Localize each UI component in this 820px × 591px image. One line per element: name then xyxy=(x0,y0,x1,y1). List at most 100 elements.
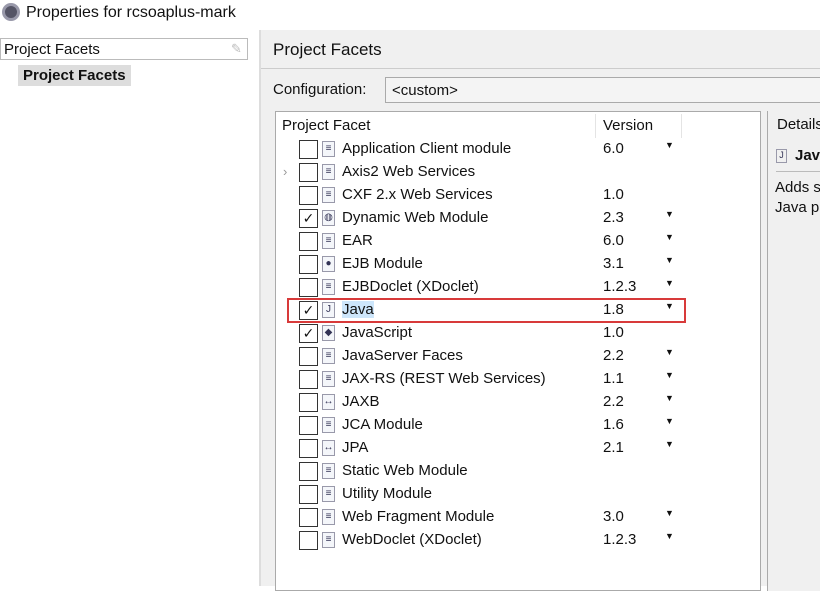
facet-checkbox[interactable] xyxy=(299,531,318,550)
doc-icon: ≡ xyxy=(322,486,335,502)
version-dropdown-icon[interactable]: ▼ xyxy=(665,278,674,288)
facet-version[interactable]: 6.0 xyxy=(603,140,624,157)
facet-version[interactable]: 3.0 xyxy=(603,508,624,525)
version-dropdown-icon[interactable]: ▼ xyxy=(665,347,674,357)
version-dropdown-icon[interactable]: ▼ xyxy=(665,255,674,265)
table-row[interactable]: › ≡ Axis2 Web Services xyxy=(276,161,760,184)
doc-icon: ≡ xyxy=(322,187,335,203)
doc-icon: ≡ xyxy=(322,233,335,249)
details-tab[interactable]: Details xyxy=(777,116,820,133)
facet-checkbox[interactable] xyxy=(299,485,318,504)
version-dropdown-icon[interactable]: ▼ xyxy=(665,508,674,518)
facet-name: WebDoclet (XDoclet) xyxy=(342,531,482,548)
facet-version[interactable]: 1.1 xyxy=(603,370,624,387)
table-row[interactable]: ≡ Web Fragment Module 3.0 ▼ xyxy=(276,506,760,529)
eclipse-gear-icon xyxy=(2,3,20,21)
facet-version[interactable]: 1.0 xyxy=(603,186,624,203)
ejb-icon: ● xyxy=(322,256,335,272)
version-dropdown-icon[interactable]: ▼ xyxy=(665,531,674,541)
table-row[interactable]: ≡ Utility Module xyxy=(276,483,760,506)
doc-icon: ≡ xyxy=(322,141,335,157)
facet-checkbox[interactable] xyxy=(299,140,318,159)
table-row[interactable]: ≡ WebDoclet (XDoclet) 1.2.3 ▼ xyxy=(276,529,760,552)
table-row[interactable]: ↔ JPA 2.1 ▼ xyxy=(276,437,760,460)
doc-icon: ≡ xyxy=(322,348,335,364)
table-row[interactable]: ✓ ◆ JavaScript 1.0 xyxy=(276,322,760,345)
facet-checkbox[interactable] xyxy=(299,508,318,527)
facet-version[interactable]: 1.2.3 xyxy=(603,531,636,548)
table-row[interactable]: ≡ EAR 6.0 ▼ xyxy=(276,230,760,253)
facet-version[interactable]: 2.2 xyxy=(603,347,624,364)
facet-name: JPA xyxy=(342,439,369,456)
facet-checkbox[interactable] xyxy=(299,186,318,205)
expand-chevron-icon[interactable]: › xyxy=(283,164,287,179)
facet-checkbox[interactable] xyxy=(299,416,318,435)
version-dropdown-icon[interactable]: ▼ xyxy=(665,439,674,449)
page-title: Project Facets xyxy=(273,40,382,59)
doc-icon: ≡ xyxy=(322,279,335,295)
facet-checkbox[interactable] xyxy=(299,278,318,297)
doc-icon: ≡ xyxy=(322,463,335,479)
table-row[interactable]: ≡ Static Web Module xyxy=(276,460,760,483)
facet-checkbox[interactable] xyxy=(299,462,318,481)
table-row[interactable]: ≡ CXF 2.x Web Services 1.0 xyxy=(276,184,760,207)
header-divider xyxy=(261,68,820,69)
column-header-version[interactable]: Version xyxy=(603,117,653,134)
table-row[interactable]: ✓ ◍ Dynamic Web Module 2.3 ▼ xyxy=(276,207,760,230)
facet-checkbox[interactable] xyxy=(299,393,318,412)
facet-checkbox[interactable] xyxy=(299,347,318,366)
facet-name: JAXB xyxy=(342,393,380,410)
facet-name: Dynamic Web Module xyxy=(342,209,489,226)
web-module-icon: ◍ xyxy=(322,210,335,226)
table-row[interactable]: ↔ JAXB 2.2 ▼ xyxy=(276,391,760,414)
column-separator xyxy=(681,114,682,138)
details-description-2: Java p xyxy=(775,199,820,216)
facet-checkbox[interactable] xyxy=(299,439,318,458)
facet-name: Web Fragment Module xyxy=(342,508,495,525)
version-dropdown-icon[interactable]: ▼ xyxy=(665,370,674,380)
facet-name: JCA Module xyxy=(342,416,423,433)
sidebar-item-project-facets[interactable]: Project Facets xyxy=(18,65,131,86)
facet-name: Axis2 Web Services xyxy=(342,163,476,180)
version-dropdown-icon[interactable]: ▼ xyxy=(665,393,674,403)
java-icon: J xyxy=(776,149,787,163)
facet-version[interactable]: 2.1 xyxy=(603,439,624,456)
table-row[interactable]: ≡ EJBDoclet (XDoclet) 1.2.3 ▼ xyxy=(276,276,760,299)
column-separator xyxy=(595,114,596,138)
java-row-highlight-box xyxy=(287,298,686,323)
facet-checkbox[interactable] xyxy=(299,232,318,251)
version-dropdown-icon[interactable]: ▼ xyxy=(665,140,674,150)
version-dropdown-icon[interactable]: ▼ xyxy=(665,416,674,426)
facet-version[interactable]: 1.2.3 xyxy=(603,278,636,295)
facet-checkbox[interactable] xyxy=(299,370,318,389)
filter-input[interactable]: Project Facets xyxy=(0,38,248,60)
facets-table: Project Facet Version ≡ Application Clien… xyxy=(275,111,761,591)
table-row[interactable]: ● EJB Module 3.1 ▼ xyxy=(276,253,760,276)
facet-version[interactable]: 1.0 xyxy=(603,324,624,341)
column-header-facet[interactable]: Project Facet xyxy=(282,117,370,134)
version-dropdown-icon[interactable]: ▼ xyxy=(665,209,674,219)
facet-name: CXF 2.x Web Services xyxy=(342,186,493,203)
configuration-select[interactable]: <custom> xyxy=(385,77,820,103)
facet-checkbox[interactable] xyxy=(299,163,318,182)
facet-checkbox[interactable] xyxy=(299,255,318,274)
facet-version[interactable]: 2.3 xyxy=(603,209,624,226)
facet-version[interactable]: 3.1 xyxy=(603,255,624,272)
version-dropdown-icon[interactable]: ▼ xyxy=(665,232,674,242)
facet-checkbox[interactable]: ✓ xyxy=(299,324,318,343)
facet-version[interactable]: 2.2 xyxy=(603,393,624,410)
facet-version[interactable]: 1.6 xyxy=(603,416,624,433)
clear-filter-icon[interactable]: ✎ xyxy=(231,41,242,57)
details-facet-name: Java xyxy=(795,147,820,164)
doc-icon: ≡ xyxy=(322,417,335,433)
facet-version[interactable]: 6.0 xyxy=(603,232,624,249)
table-row[interactable]: ≡ JCA Module 1.6 ▼ xyxy=(276,414,760,437)
table-row[interactable]: ≡ JavaServer Faces 2.2 ▼ xyxy=(276,345,760,368)
facet-name: Utility Module xyxy=(342,485,433,502)
table-row[interactable]: ≡ JAX-RS (REST Web Services) 1.1 ▼ xyxy=(276,368,760,391)
window-title: Properties for rcsoaplus-mark xyxy=(26,4,236,21)
table-row[interactable]: ≡ Application Client module 6.0 ▼ xyxy=(276,138,760,161)
facet-name: JAX-RS (REST Web Services) xyxy=(342,370,546,387)
configuration-label: Configuration: xyxy=(273,81,367,98)
facet-checkbox[interactable]: ✓ xyxy=(299,209,318,228)
